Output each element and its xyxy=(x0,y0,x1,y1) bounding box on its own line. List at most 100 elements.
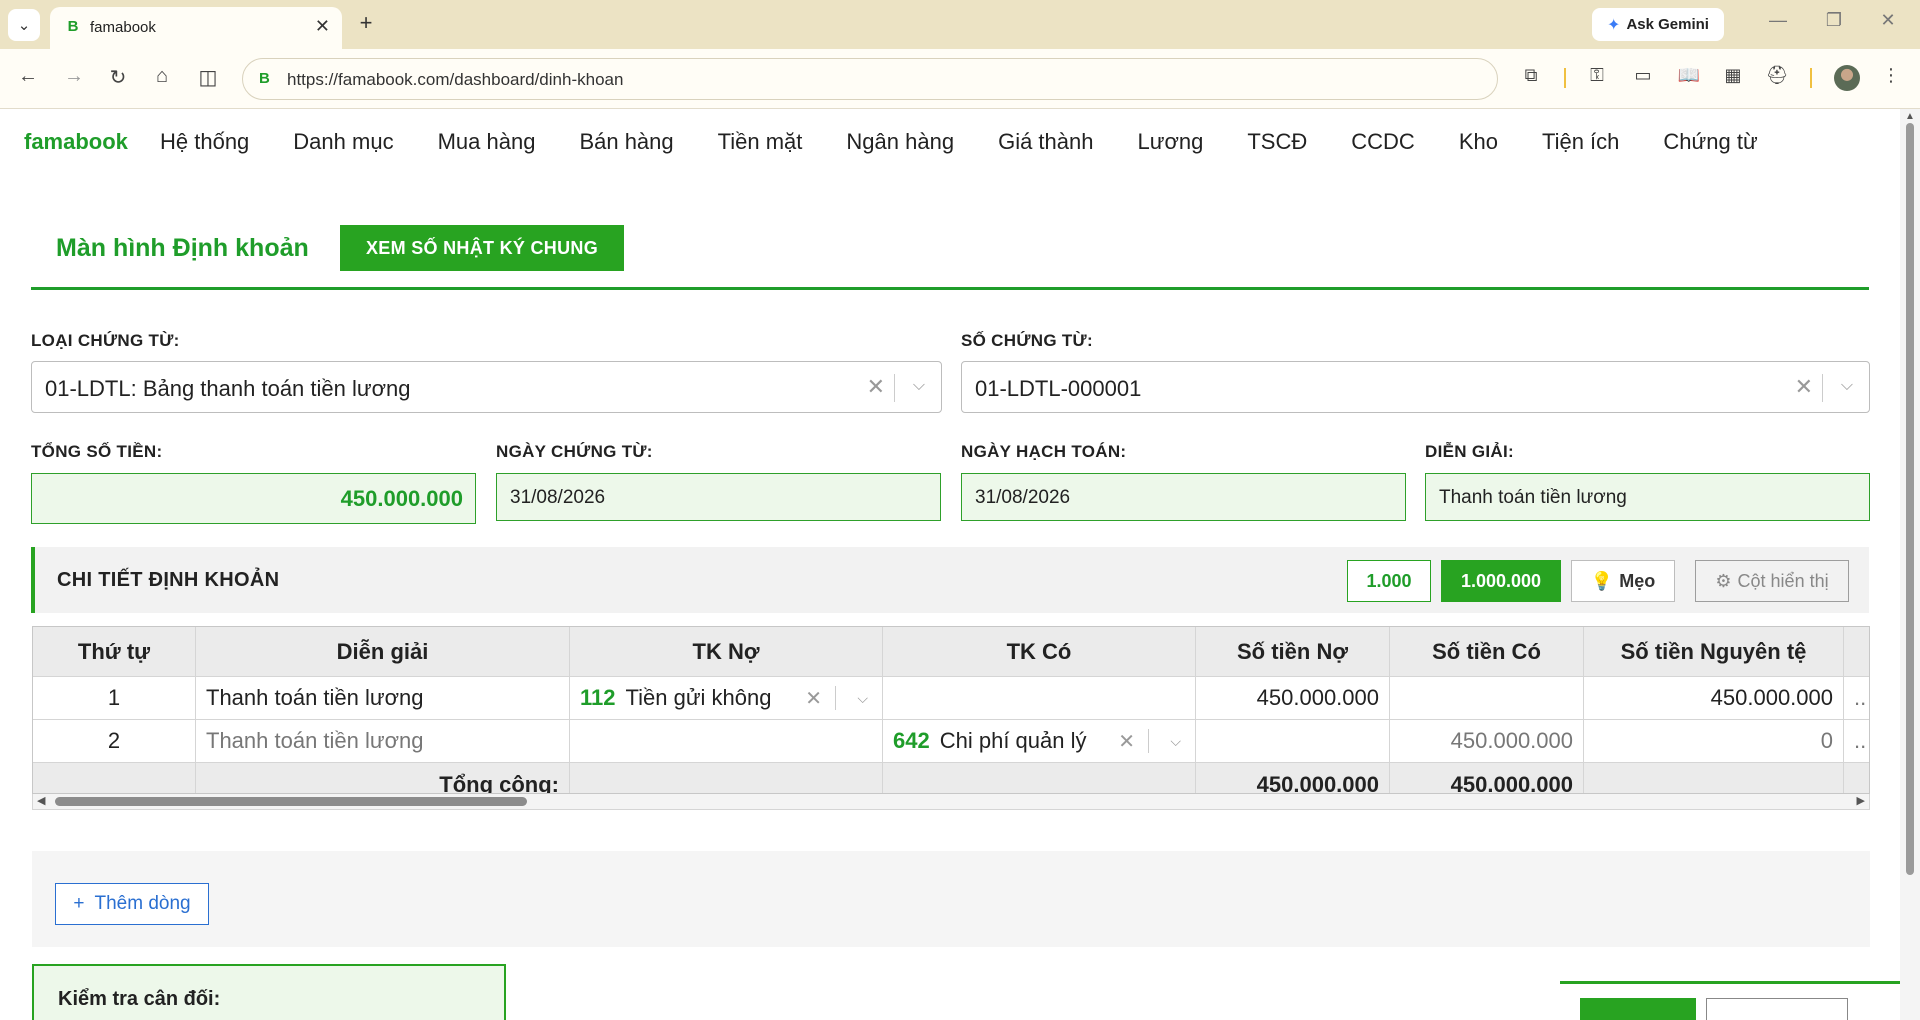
ask-gemini-button[interactable]: ✦ Ask Gemini xyxy=(1592,8,1724,41)
total-amount-field[interactable]: 450.000.000 xyxy=(31,473,476,524)
ask-gemini-label: Ask Gemini xyxy=(1626,16,1709,33)
table-horizontal-scrollbar[interactable]: ◀ ▶ xyxy=(32,794,1870,810)
row-fx-amount[interactable]: 0 xyxy=(1584,720,1844,763)
chevron-down-icon[interactable]: ⌵ xyxy=(1170,733,1181,750)
description-field[interactable]: Thanh toán tiền lương xyxy=(1425,473,1870,521)
menu-item-ban-hang[interactable]: Bán hàng xyxy=(579,129,673,155)
menu-item-mua-hang[interactable]: Mua hàng xyxy=(438,129,536,155)
columns-button[interactable]: ⚙ Cột hiển thị xyxy=(1695,560,1849,602)
tips-button[interactable]: 💡 Mẹo xyxy=(1571,560,1675,602)
reading-mode-icon[interactable]: 📖 xyxy=(1676,65,1702,86)
more-menu-icon[interactable]: ⋮ xyxy=(1878,65,1904,86)
posting-date-field[interactable]: 31/08/2026 xyxy=(961,473,1406,521)
voucher-type-value: 01-LDTL: Bảng thanh toán tiền lương xyxy=(45,376,411,401)
title-divider xyxy=(31,287,1869,290)
save-button[interactable] xyxy=(1580,998,1696,1020)
back-icon[interactable]: ← xyxy=(14,65,42,88)
unit-thousand-button[interactable]: 1.000 xyxy=(1347,560,1431,602)
col-header-debit-account: TK Nợ xyxy=(570,627,883,677)
close-icon[interactable]: ✕ xyxy=(315,16,330,37)
select-divider xyxy=(1148,729,1149,753)
table-row[interactable]: 2 Thanh toán tiền lương 642 Chi phí quản… xyxy=(33,720,1869,763)
col-header-credit-account: TK Có xyxy=(883,627,1196,677)
chevron-down-icon[interactable]: ⌵ xyxy=(1841,377,1853,395)
row-fx-amount[interactable]: 450.000.000 xyxy=(1584,677,1844,720)
row-credit-amount[interactable] xyxy=(1390,677,1584,720)
view-journal-button[interactable]: XEM SỐ NHẬT KÝ CHUNG xyxy=(340,225,624,271)
profile-avatar[interactable] xyxy=(1834,65,1860,91)
minimize-icon[interactable]: — xyxy=(1756,10,1800,31)
maximize-icon[interactable]: ❐ xyxy=(1812,10,1856,31)
address-bar[interactable]: B https://famabook.com/dashboard/dinh-kh… xyxy=(242,58,1498,100)
credit-account-code: 642 xyxy=(893,728,930,753)
menu-item-tien-mat[interactable]: Tiền mặt xyxy=(718,129,803,155)
menu-item-tien-ich[interactable]: Tiện ích xyxy=(1542,129,1619,155)
table-row[interactable]: 1 Thanh toán tiền lương 112 Tiền gửi khô… xyxy=(33,677,1869,720)
row-more-icon[interactable]: .. xyxy=(1844,720,1869,763)
totals-spacer xyxy=(33,763,196,793)
menu-item-gia-thanh[interactable]: Giá thành xyxy=(998,129,1093,155)
menu-item-luong[interactable]: Lương xyxy=(1137,129,1203,155)
site-info-icon[interactable]: B xyxy=(259,70,270,87)
row-description[interactable]: Thanh toán tiền lương xyxy=(196,720,570,763)
menu-item-danh-muc[interactable]: Danh mục xyxy=(293,129,393,155)
row-description[interactable]: Thanh toán tiền lương xyxy=(196,677,570,720)
clear-icon[interactable]: ✕ xyxy=(867,374,885,400)
tab-search-button[interactable]: ⌄ xyxy=(8,9,40,41)
col-header-fx-amount: Số tiền Nguyên tệ xyxy=(1584,627,1844,677)
row-order: 1 xyxy=(33,677,196,720)
scroll-right-icon[interactable]: ▶ xyxy=(1857,794,1865,807)
voucher-type-select[interactable]: 01-LDTL: Bảng thanh toán tiền lương ✕ ⌵ xyxy=(31,361,942,413)
scrollbar-thumb[interactable] xyxy=(1906,123,1914,875)
menu-item-ccdc[interactable]: CCDC xyxy=(1351,129,1415,155)
clear-icon[interactable]: ✕ xyxy=(1795,374,1813,400)
voucher-no-select[interactable]: 01-LDTL-000001 ✕ ⌵ xyxy=(961,361,1870,413)
reset-button[interactable] xyxy=(1706,998,1848,1020)
tab-layout-icon[interactable]: ▦ xyxy=(1720,65,1746,86)
voucher-date-label: NGÀY CHỨNG TỪ: xyxy=(496,442,653,461)
password-key-icon[interactable]: ⚿ xyxy=(1584,65,1610,86)
window-close-icon[interactable]: ✕ xyxy=(1866,10,1910,31)
scroll-up-icon[interactable]: ▲ xyxy=(1905,111,1915,122)
row-debit-account-select[interactable] xyxy=(570,720,883,763)
totals-row: Tổng cộng: 450.000.000 450.000.000 xyxy=(33,763,1869,793)
incognito-icon[interactable]: ⛑ xyxy=(1764,65,1790,86)
row-credit-account-select[interactable]: 642 Chi phí quản lý ✕ ⌵ xyxy=(883,720,1196,763)
chevron-down-icon[interactable]: ⌵ xyxy=(857,690,868,707)
tips-label: Mẹo xyxy=(1619,570,1656,591)
row-more-icon[interactable]: .. xyxy=(1844,677,1869,720)
home-icon[interactable]: ⌂ xyxy=(148,65,176,88)
chevron-down-icon[interactable]: ⌵ xyxy=(913,377,925,395)
clear-icon[interactable]: ✕ xyxy=(805,686,822,711)
row-debit-account-select[interactable]: 112 Tiền gửi không ✕ ⌵ xyxy=(570,677,883,720)
clear-icon[interactable]: ✕ xyxy=(1118,729,1135,754)
menu-item-ngan-hang[interactable]: Ngân hàng xyxy=(846,129,954,155)
totals-label: Tổng cộng: xyxy=(196,763,570,793)
address-toolbar: ← → ↻ ⌂ ◫ B https://famabook.com/dashboa… xyxy=(0,49,1920,109)
scrollbar-thumb[interactable] xyxy=(55,797,527,806)
row-debit-amount[interactable]: 450.000.000 xyxy=(1196,677,1390,720)
voucher-date-value: 31/08/2026 xyxy=(510,487,606,508)
menu-item-chung-tu[interactable]: Chứng từ xyxy=(1663,129,1757,155)
page-vertical-scrollbar[interactable]: ▲ xyxy=(1900,109,1920,1020)
menu-item-kho[interactable]: Kho xyxy=(1459,129,1498,155)
unit-million-button[interactable]: 1.000.000 xyxy=(1441,560,1561,602)
row-debit-amount[interactable] xyxy=(1196,720,1390,763)
browser-tab[interactable]: B famabook ✕ xyxy=(50,7,342,49)
reload-icon[interactable]: ↻ xyxy=(104,65,132,90)
col-header-debit-amount: Số tiền Nợ xyxy=(1196,627,1390,677)
extensions-icon[interactable]: ⧉ xyxy=(1518,65,1544,86)
menu-item-tscd[interactable]: TSCĐ xyxy=(1247,129,1307,155)
voucher-date-field[interactable]: 31/08/2026 xyxy=(496,473,941,521)
col-header-credit-amount: Số tiền Có xyxy=(1390,627,1584,677)
row-credit-account-select[interactable] xyxy=(883,677,1196,720)
brand-logo[interactable]: famabook xyxy=(24,129,128,155)
row-credit-amount[interactable]: 450.000.000 xyxy=(1390,720,1584,763)
forward-icon[interactable]: → xyxy=(60,65,88,88)
menu-item-he-thong[interactable]: Hệ thống xyxy=(160,129,249,155)
scroll-left-icon[interactable]: ◀ xyxy=(37,794,45,807)
split-view-icon[interactable]: ◫ xyxy=(194,65,222,90)
add-row-button[interactable]: + Thêm dòng xyxy=(55,883,209,925)
new-tab-icon[interactable]: + xyxy=(352,10,380,36)
payment-card-icon[interactable]: ▭ xyxy=(1630,65,1656,86)
